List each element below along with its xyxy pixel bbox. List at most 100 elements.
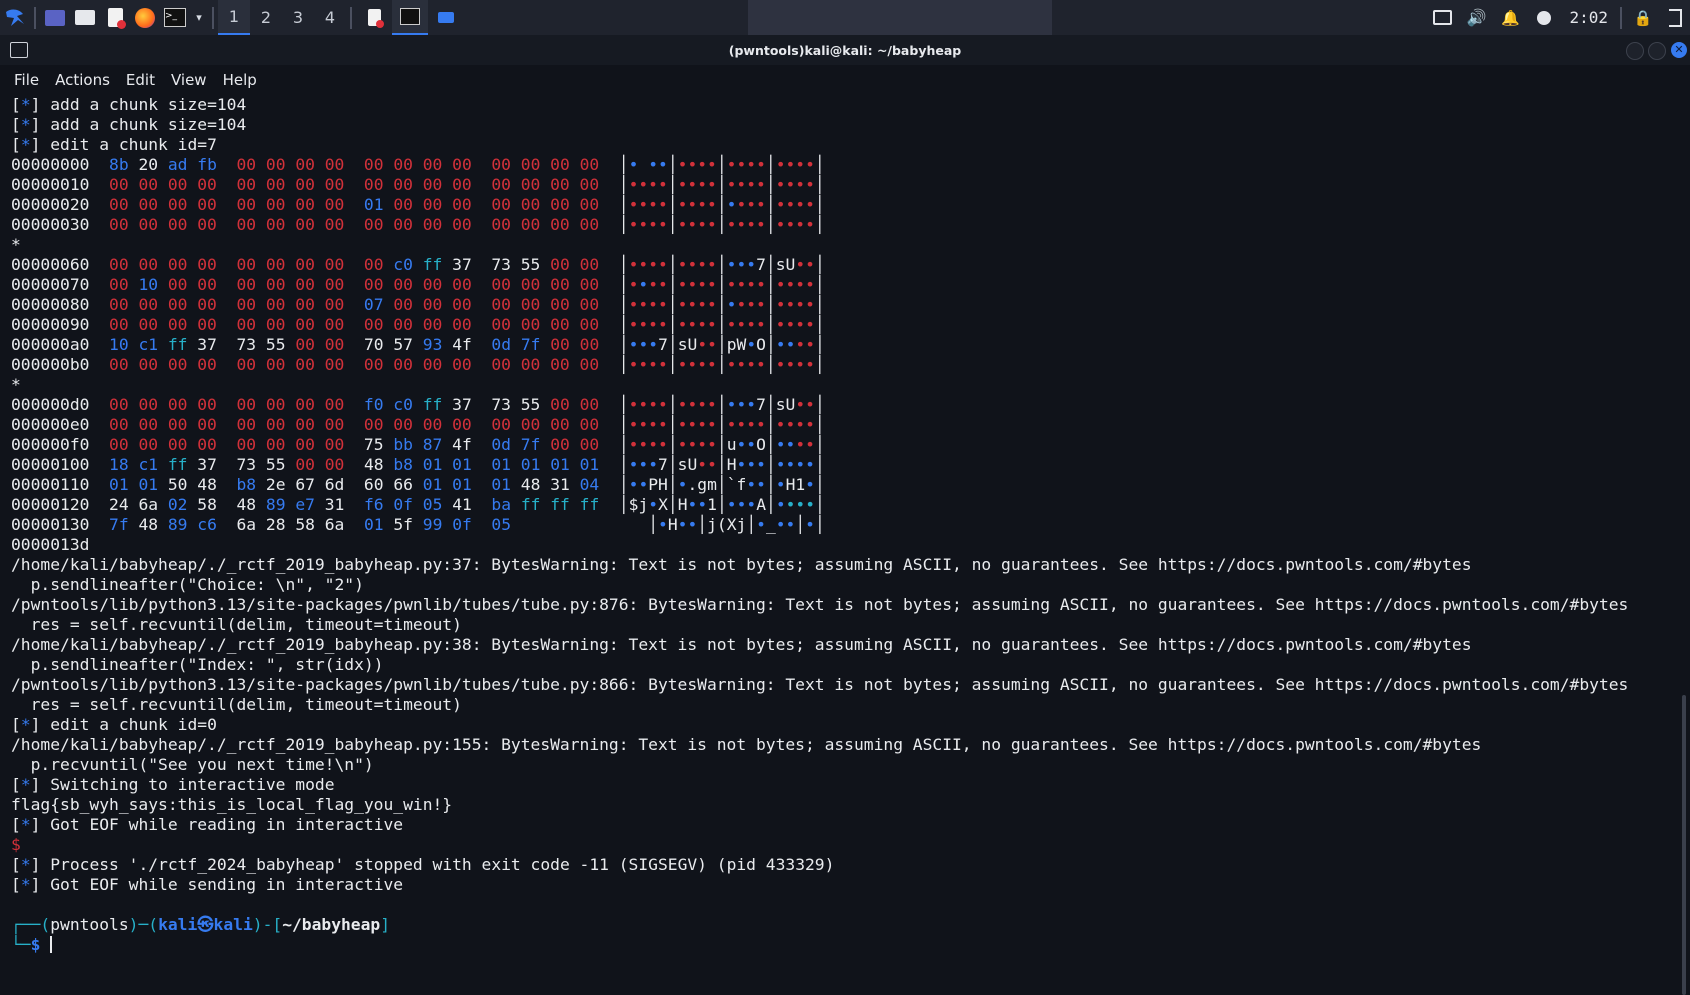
workspace-3[interactable]: 3 xyxy=(282,0,314,35)
terminal-text: 10 xyxy=(138,275,168,294)
terminal-line: 00000060 00 00 00 00 00 00 00 00 00 c0 f… xyxy=(11,255,1628,275)
file-manager-icon[interactable] xyxy=(70,0,100,35)
terminal-text: │ xyxy=(667,335,678,354)
terminal-text: 7f xyxy=(109,515,139,534)
terminal-text: │ xyxy=(667,175,678,194)
terminal-text: 7 xyxy=(658,335,668,354)
terminal-text: •••• xyxy=(628,195,668,214)
terminal-text: • xyxy=(805,515,815,534)
terminal-text: │ xyxy=(716,335,727,354)
terminal-line: 00000020 00 00 00 00 00 00 00 00 01 00 0… xyxy=(11,195,1628,215)
desktop-icon[interactable] xyxy=(40,0,70,35)
terminal-text: │ xyxy=(618,155,629,174)
terminal-text: │ xyxy=(618,475,629,494)
terminal-text: 01 01 01 xyxy=(422,475,521,494)
terminal-text: 02 xyxy=(167,495,198,514)
task-text-editor[interactable] xyxy=(356,0,392,35)
terminal-text: 89 c6 xyxy=(167,515,237,534)
terminal-text: 000000f0 xyxy=(11,435,110,454)
terminal-text: 000000a0 xyxy=(11,335,110,354)
terminal-text: •• xyxy=(736,435,757,454)
terminal-text: sU xyxy=(775,395,796,414)
terminal-text: 00 00 00 00 00 00 00 00 00 00 00 00 00 0… xyxy=(109,415,619,434)
task-terminal[interactable] xyxy=(392,0,428,35)
menu-help[interactable]: Help xyxy=(215,71,265,89)
volume-icon[interactable]: 🔊 xyxy=(1459,0,1493,35)
text-editor-icon[interactable] xyxy=(100,0,130,35)
terminal-text: •••• xyxy=(775,175,815,194)
close-button[interactable]: ✕ xyxy=(1671,42,1687,58)
terminal-text: •••• xyxy=(628,255,668,274)
terminal-text: 8b xyxy=(109,155,139,174)
terminal-line: [*] Got EOF while sending in interactive xyxy=(11,875,1628,895)
terminal-text: 00 00 xyxy=(550,255,619,274)
terminal-text: ] Got EOF while reading in interactive xyxy=(30,815,404,834)
terminal-text: ••• xyxy=(736,455,766,474)
terminal-text: 00000010 xyxy=(11,175,110,194)
terminal-text: │ xyxy=(618,315,629,334)
terminal-icon[interactable]: >_ xyxy=(160,0,190,35)
terminal-text: •••• xyxy=(677,175,717,194)
terminal-text: H xyxy=(677,495,688,514)
terminal-text: sU xyxy=(677,455,698,474)
terminal-line: 00000000 8b 20 ad fb 00 00 00 00 00 00 0… xyxy=(11,155,1628,175)
bell-icon[interactable]: 🔔 xyxy=(1493,0,1527,35)
terminal-text: 0d 7f xyxy=(491,435,551,454)
workspace-1[interactable]: 1 xyxy=(218,0,250,35)
terminal-text: │ xyxy=(716,455,727,474)
kali-menu-icon[interactable] xyxy=(0,0,30,35)
clock[interactable]: 2:02 xyxy=(1561,8,1616,27)
terminal-text: │ xyxy=(618,415,629,434)
scrollbar[interactable] xyxy=(1682,695,1686,995)
display-icon[interactable] xyxy=(1425,0,1459,35)
terminal-line: [*] Process './rctf_2024_babyheap' stopp… xyxy=(11,855,1628,875)
menu-edit[interactable]: Edit xyxy=(118,71,163,89)
terminal-text: 93 xyxy=(422,335,453,354)
lock-icon[interactable]: 🔒 xyxy=(1626,0,1660,35)
terminal-text: 00000130 xyxy=(11,515,110,534)
terminal-text: •••• xyxy=(775,195,815,214)
terminal-text: │ xyxy=(795,515,806,534)
terminal-text: •• xyxy=(628,475,649,494)
terminal-text: c0 xyxy=(393,255,423,274)
terminal-text: │ xyxy=(765,195,776,214)
terminal-text: 0d 7f xyxy=(491,335,551,354)
firefox-icon[interactable] xyxy=(130,0,160,35)
menu-actions[interactable]: Actions xyxy=(47,71,118,89)
workspace-4[interactable]: 4 xyxy=(314,0,346,35)
chevron-down-icon[interactable]: ▾ xyxy=(190,0,208,35)
power-icon[interactable] xyxy=(1527,0,1561,35)
logout-icon[interactable] xyxy=(1660,0,1690,35)
terminal-text: •••• xyxy=(677,435,717,454)
terminal-text: 00 00 00 00 00 00 00 xyxy=(393,195,619,214)
terminal-text: •• xyxy=(746,475,766,494)
maximize-button[interactable] xyxy=(1648,42,1666,60)
terminal-text: •• xyxy=(775,515,796,534)
task-window[interactable] xyxy=(428,0,464,35)
terminal-text: 2e 67 6d 60 66 xyxy=(265,475,423,494)
terminal-text: pwntools xyxy=(50,915,129,934)
terminal-text: •• xyxy=(795,255,815,274)
terminal-text: │ xyxy=(814,435,825,454)
minimize-button[interactable] xyxy=(1626,42,1644,60)
terminal-text: │ xyxy=(667,215,678,234)
terminal-text: •••• xyxy=(726,175,766,194)
menu-file[interactable]: File xyxy=(6,71,47,89)
workspace-2[interactable]: 2 xyxy=(250,0,282,35)
terminal-line: [*] Switching to interactive mode xyxy=(11,775,1628,795)
terminal-text: •••• xyxy=(775,315,815,334)
terminal-text: │ xyxy=(667,395,678,414)
terminal-text: 37 73 55 xyxy=(197,335,296,354)
menu-view[interactable]: View xyxy=(163,71,215,89)
terminal-text: pW xyxy=(726,335,747,354)
terminal-text: │ xyxy=(618,175,629,194)
terminal-text: 00 00 00 00 00 00 00 00 00 00 00 00 00 0… xyxy=(109,175,619,194)
terminal-text: ••• xyxy=(628,455,659,474)
terminal-line: 00000090 00 00 00 00 00 00 00 00 00 00 0… xyxy=(11,315,1628,335)
terminal-text: ] Process './rctf_2024_babyheap' stopped… xyxy=(30,855,835,874)
terminal-line: 00000070 00 10 00 00 00 00 00 00 00 00 0… xyxy=(11,275,1628,295)
terminal-text: 00000060 xyxy=(11,255,110,274)
terminal-text: │ xyxy=(765,335,776,354)
terminal-output[interactable]: [*] add a chunk size=104 [*] add a chunk … xyxy=(11,95,1628,955)
